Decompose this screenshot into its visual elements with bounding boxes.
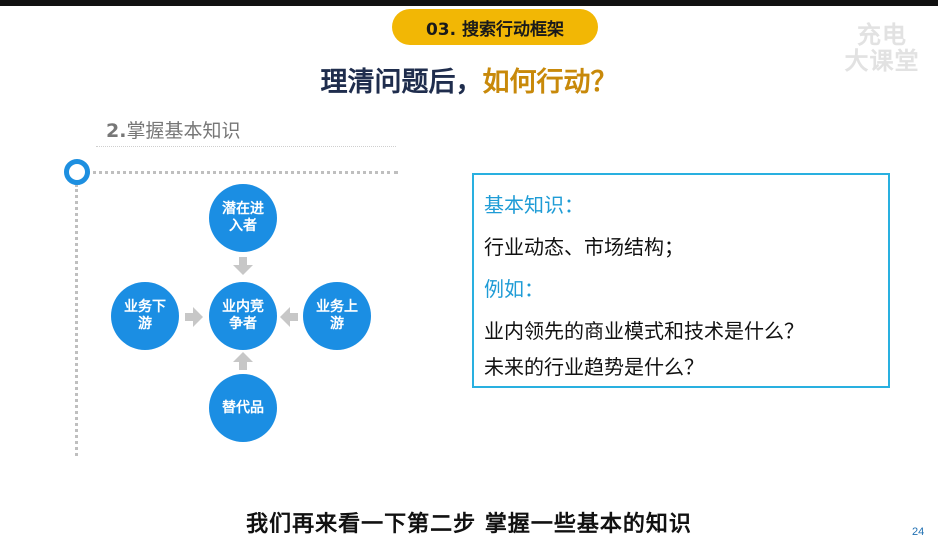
info-line: 未来的行业趋势是什么？ — [484, 355, 704, 379]
step-number: 2. — [106, 120, 127, 142]
step-text: 掌握基本知识 — [126, 120, 241, 142]
heading-divider — [96, 146, 396, 147]
node-label: 业务上游 — [316, 299, 358, 332]
info-line: 行业动态、市场结构； — [484, 235, 684, 259]
node-label: 业内竞争者 — [222, 299, 264, 332]
title-highlight: 如何行动？ — [482, 67, 618, 98]
page-title: 理清问题后，如何行动？ — [0, 60, 938, 99]
step-heading: 2.掌握基本知识 — [106, 116, 240, 143]
watermark-line1: 充电 — [857, 21, 907, 49]
info-example-heading: 例如： — [484, 277, 544, 301]
node-substitutes: 替代品 — [209, 374, 277, 442]
arrow-down-icon — [233, 257, 253, 275]
timeline-vertical-line — [75, 184, 78, 456]
arrow-up-icon — [233, 352, 253, 370]
node-label: 业务下游 — [124, 299, 166, 332]
timeline-horizontal-line — [86, 171, 398, 174]
node-downstream: 业务下游 — [111, 282, 179, 350]
page-number: 24 — [912, 526, 925, 538]
node-label: 替代品 — [222, 399, 264, 416]
node-potential-entrants: 潜在进入者 — [209, 184, 277, 252]
info-box: 基本知识： 行业动态、市场结构； 例如： 业内领先的商业模式和技术是什么？ 未来… — [472, 173, 890, 388]
timeline-dot-icon — [64, 159, 90, 185]
info-heading: 基本知识： — [484, 193, 584, 217]
arrow-right-icon — [185, 307, 203, 327]
node-label: 潜在进入者 — [222, 201, 264, 234]
top-bar — [0, 0, 938, 6]
info-line: 业内领先的商业模式和技术是什么？ — [484, 319, 804, 343]
node-upstream: 业务上游 — [303, 282, 371, 350]
title-part1: 理清问题后， — [320, 67, 483, 98]
video-caption: 我们再来看一下第二步 掌握一些基本的知识 — [246, 512, 692, 537]
arrow-left-icon — [280, 307, 298, 327]
section-label: 03. 搜索行动框架 — [392, 9, 598, 45]
node-industry-competitors: 业内竞争者 — [209, 282, 277, 350]
